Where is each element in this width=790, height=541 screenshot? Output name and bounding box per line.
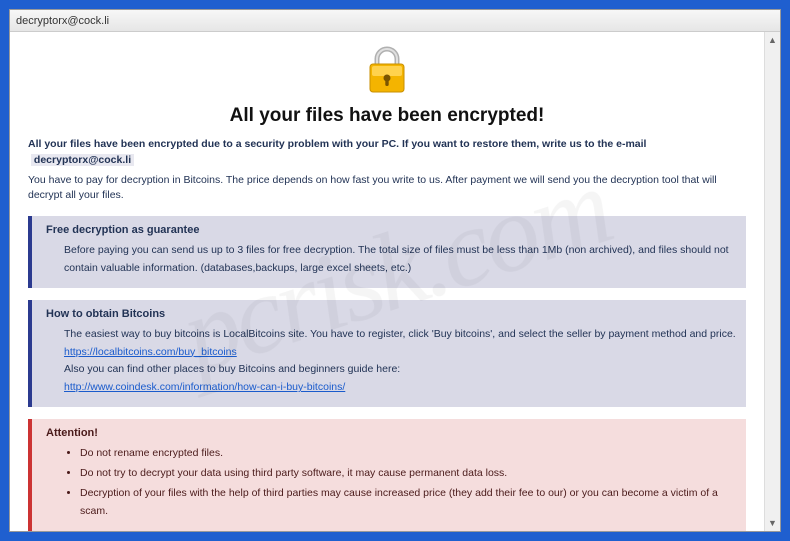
attention-list: Do not rename encrypted files. Do not tr… [64,445,736,520]
link-coindesk[interactable]: http://www.coindesk.com/information/how-… [64,381,345,393]
panel-title: How to obtain Bitcoins [46,308,736,320]
lock-icon [365,46,409,94]
hero: All your files have been encrypted! [28,46,746,127]
document-body: All your files have been encrypted! All … [10,32,764,531]
panel-body: Before paying you can send us up to 3 fi… [46,242,736,278]
contact-email: decryptorx@cock.li [31,154,134,166]
btc-line-2: Also you can find other places to buy Bi… [64,361,736,379]
panel-title: Attention! [46,427,736,439]
panel-obtain-bitcoins: How to obtain Bitcoins The easiest way t… [28,300,746,407]
list-item: Do not rename encrypted files. [80,445,736,463]
scroll-down-icon[interactable]: ▼ [765,515,780,531]
intro-paragraph-2: You have to pay for decryption in Bitcoi… [28,173,746,205]
link-localbitcoins[interactable]: https://localbitcoins.com/buy_bitcoins [64,346,237,358]
app-window: decryptorx@cock.li All your files have b… [9,9,781,532]
intro-bold-text: All your files have been encrypted due t… [28,138,646,150]
panel-title: Free decryption as guarantee [46,224,736,236]
panel-body: Do not rename encrypted files. Do not tr… [46,445,736,520]
btc-line-1: The easiest way to buy bitcoins is Local… [64,326,736,344]
panel-attention: Attention! Do not rename encrypted files… [28,419,746,531]
list-item: Do not try to decrypt your data using th… [80,465,736,483]
vertical-scrollbar[interactable]: ▲ ▼ [764,32,780,531]
page-title: All your files have been encrypted! [28,105,746,127]
window-title: decryptorx@cock.li [16,15,109,27]
scroll-up-icon[interactable]: ▲ [765,32,780,48]
content-wrapper: All your files have been encrypted! All … [10,32,780,531]
panel-body: The easiest way to buy bitcoins is Local… [46,326,736,397]
intro-paragraph-1: All your files have been encrypted due t… [28,137,746,169]
titlebar: decryptorx@cock.li [10,10,780,32]
list-item: Decryption of your files with the help o… [80,485,736,521]
panel-free-decryption: Free decryption as guarantee Before payi… [28,216,746,288]
